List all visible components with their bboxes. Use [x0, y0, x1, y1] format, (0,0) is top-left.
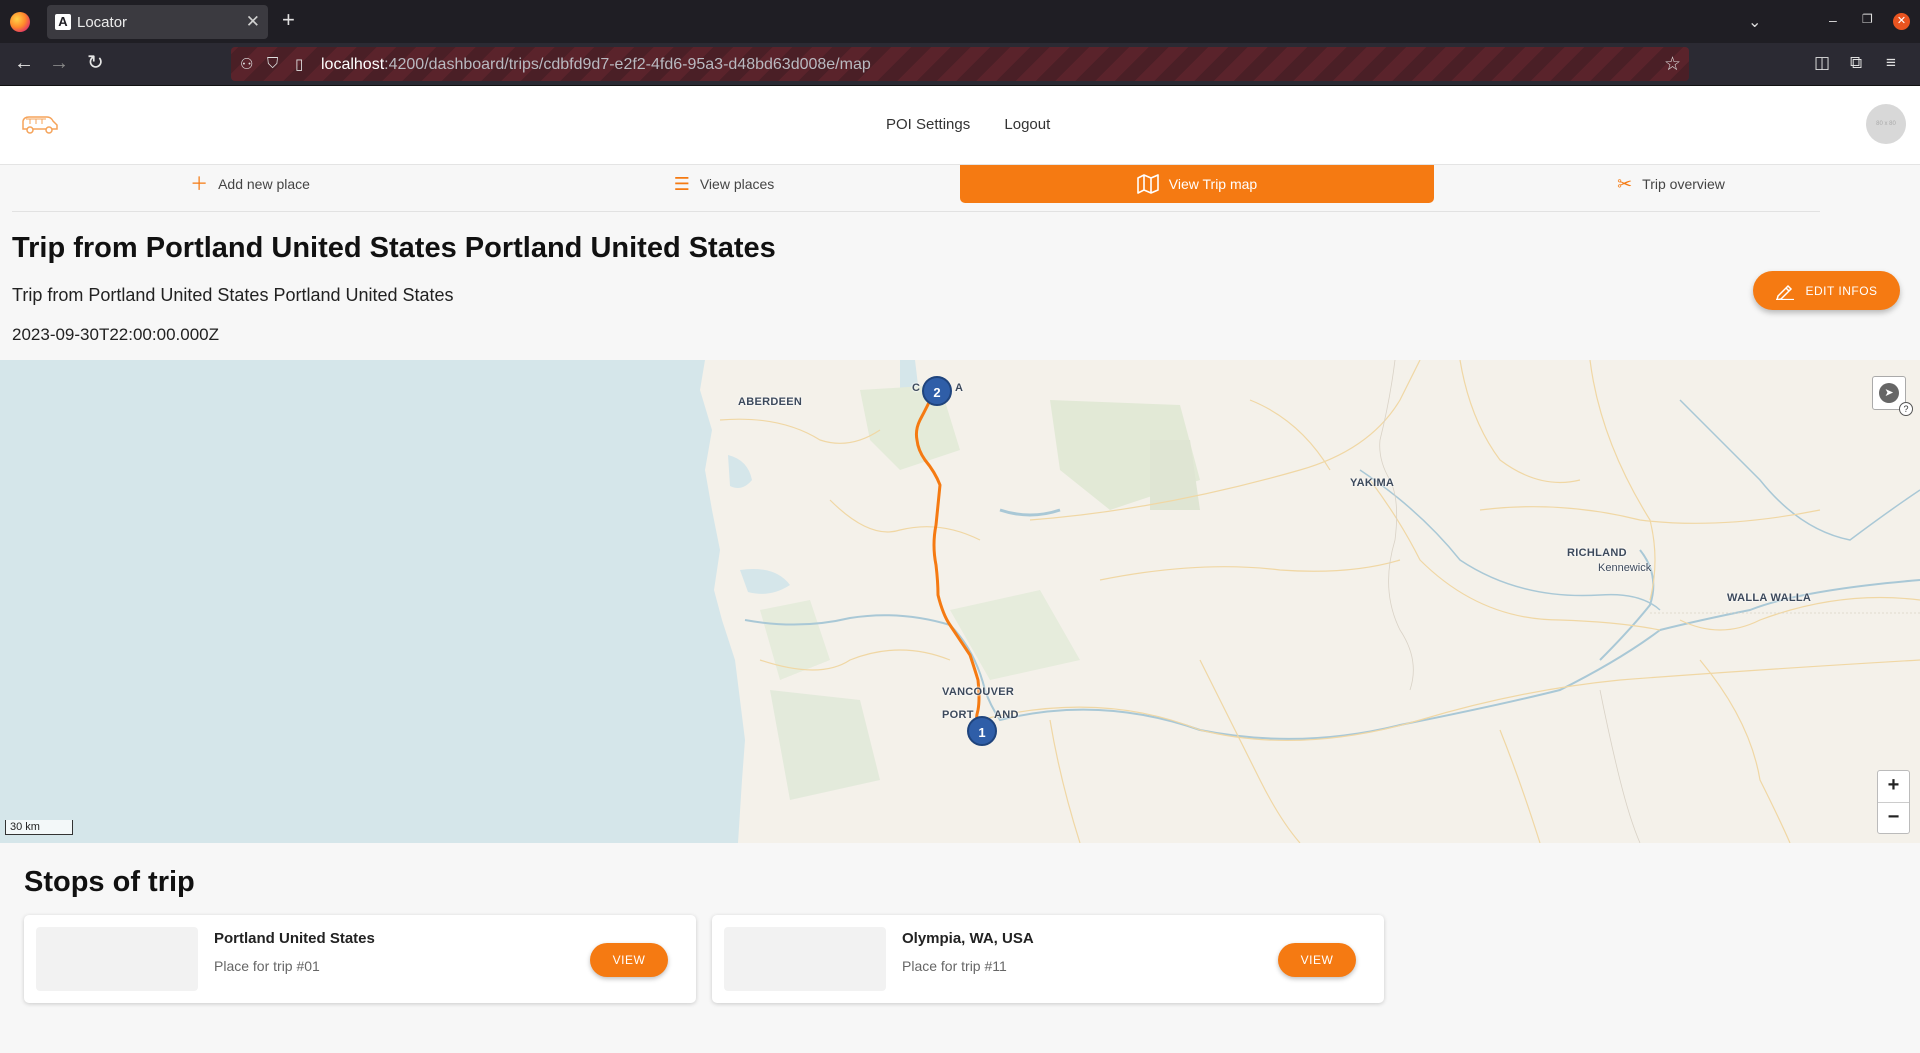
url-path: :4200/dashboard/trips/cdbfd9d7-e2f2-4fd6…	[384, 56, 871, 73]
tab-label: Add new place	[218, 176, 310, 192]
tab-trip-overview[interactable]: ✂ Trip overview	[1434, 165, 1908, 203]
app-header: POI Settings Logout 80 x 80	[0, 86, 1920, 165]
van-logo-icon[interactable]	[20, 112, 60, 136]
url-text[interactable]: localhost:4200/dashboard/trips/cdbfd9d7-…	[321, 56, 871, 74]
map-scale: 30 km	[5, 820, 73, 835]
minimize-window-icon[interactable]: –	[1829, 12, 1837, 28]
browser-tab-bar: A Locator ✕ + ⌄ – ❐ ✕	[0, 0, 1920, 43]
tab-label: View places	[699, 176, 775, 192]
poi-settings-link[interactable]: POI Settings	[886, 116, 970, 133]
firefox-icon[interactable]	[10, 12, 30, 32]
edit-infos-button[interactable]: EDIT INFOS	[1753, 271, 1900, 310]
pocket-icon[interactable]: ◫	[1814, 53, 1830, 73]
map-icon	[1136, 174, 1159, 194]
back-icon[interactable]: ←	[14, 52, 34, 74]
tools-icon: ✂	[1617, 174, 1633, 194]
map-label-portland-part1: PORT	[942, 709, 974, 721]
trip-date: 2023-09-30T22:00:00.000Z	[12, 325, 219, 344]
logout-link[interactable]: Logout	[1004, 116, 1050, 133]
header-nav: POI Settings Logout	[886, 116, 1080, 133]
map-marker-1[interactable]: 1	[967, 716, 997, 746]
shield-icon[interactable]: ⛉	[267, 55, 278, 72]
map-label-kennewick: Kennewick	[1598, 562, 1652, 574]
map-canvas	[0, 360, 1920, 843]
map-label-yakima: YAKIMA	[1350, 477, 1395, 489]
help-icon[interactable]: ?	[1899, 402, 1913, 416]
map-label-portland-part2: AND	[994, 709, 1019, 721]
map-label-olympia-part2: A	[955, 382, 964, 394]
forward-icon[interactable]: →	[49, 52, 69, 74]
map-marker-2[interactable]: 2	[922, 376, 952, 406]
trip-description: Trip from Portland United States Portlan…	[12, 285, 454, 305]
view-stop-button[interactable]: VIEW	[1278, 943, 1356, 977]
restore-window-icon[interactable]: ❐	[1862, 12, 1873, 26]
close-window-icon[interactable]: ✕	[1893, 13, 1910, 30]
bookmark-star-icon[interactable]: ☆	[1664, 53, 1681, 76]
url-host: localhost	[321, 56, 385, 73]
map-label-richland: RICHLAND	[1567, 547, 1627, 559]
view-stop-button[interactable]: VIEW	[590, 943, 668, 977]
trip-subnav: ＋ Add new place ☰ View places View Trip …	[0, 165, 1920, 211]
list-icon: ☰	[673, 174, 690, 194]
tab-add-new-place[interactable]: ＋ Add new place	[13, 165, 487, 203]
stops-title: Stops of trip	[24, 866, 195, 898]
angular-favicon-icon: A	[55, 14, 71, 30]
stop-name: Portland United States	[214, 930, 375, 947]
tab-label: View Trip map	[1168, 176, 1258, 192]
map-label-aberdeen: ABERDEEN	[738, 396, 803, 408]
close-tab-icon[interactable]: ✕	[246, 12, 260, 32]
url-bar[interactable]: ⚇ ⛉ ▯ localhost:4200/dashboard/trips/cdb…	[231, 47, 1689, 81]
page-icon[interactable]: ▯	[295, 55, 303, 73]
tab-view-places[interactable]: ☰ View places	[487, 165, 961, 203]
trip-map[interactable]: ABERDEEN C A YAKIMA RICHLAND Kennewick W…	[0, 360, 1920, 843]
avatar[interactable]: 80 x 80	[1866, 104, 1906, 144]
tab-title: Locator	[77, 14, 128, 31]
plus-icon: ＋	[190, 174, 209, 194]
stop-thumbnail	[724, 927, 886, 991]
map-label-vancouver: VANCOUVER	[942, 686, 1015, 698]
map-label-walla-walla: WALLA WALLA	[1727, 592, 1812, 604]
stop-description: Place for trip #11	[902, 958, 1007, 974]
new-tab-icon[interactable]: +	[282, 8, 295, 32]
tab-label: Trip overview	[1642, 176, 1725, 192]
zoom-control: + −	[1877, 770, 1910, 834]
divider	[12, 211, 1820, 212]
menu-icon[interactable]: ≡	[1886, 53, 1896, 73]
remote-control-icon[interactable]: ⚇	[240, 55, 253, 73]
reload-icon[interactable]: ↻	[87, 52, 104, 74]
navigation-arrow-icon: ➤	[1879, 383, 1899, 403]
stop-card: Portland United States Place for trip #0…	[24, 915, 696, 1003]
stop-thumbnail	[36, 927, 198, 991]
map-label-olympia-part1: C	[912, 382, 921, 394]
browser-nav-bar: ← → ↻ ⚇ ⛉ ▯ localhost:4200/dashboard/tri…	[0, 43, 1920, 86]
pencil-icon	[1776, 284, 1795, 300]
stop-name: Olympia, WA, USA	[902, 930, 1034, 947]
tab-view-trip-map[interactable]: View Trip map	[960, 165, 1434, 203]
chevron-down-icon[interactable]: ⌄	[1748, 12, 1762, 31]
zoom-in-button[interactable]: +	[1878, 771, 1909, 803]
stop-card: Olympia, WA, USA Place for trip #11 VIEW	[712, 915, 1384, 1003]
edit-infos-label: EDIT INFOS	[1805, 283, 1878, 298]
extensions-icon[interactable]: ⧉	[1850, 53, 1862, 73]
zoom-out-button[interactable]: −	[1878, 803, 1909, 834]
browser-tab[interactable]: A Locator ✕	[47, 5, 268, 39]
page-title: Trip from Portland United States Portlan…	[12, 232, 776, 264]
stop-description: Place for trip #01	[214, 958, 320, 974]
